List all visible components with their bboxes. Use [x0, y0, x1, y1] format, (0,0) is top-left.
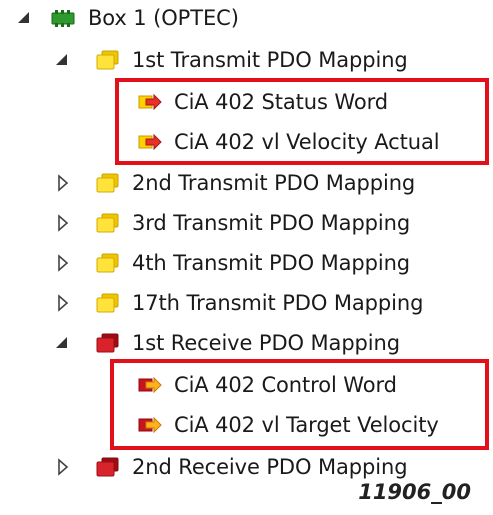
collapse-arrow-icon[interactable]: [52, 252, 74, 274]
collapse-arrow-icon[interactable]: [52, 456, 74, 478]
tree-node-label: Box 1 (OPTEC): [88, 6, 239, 30]
device-box-icon: [51, 9, 75, 28]
collapse-arrow-icon[interactable]: [52, 172, 74, 194]
receive-pdo-folder-icon: [96, 457, 119, 477]
receive-entry-icon: [138, 417, 162, 433]
tree-node-control-word[interactable]: CiA 402 Control Word: [136, 367, 397, 403]
tree-node-status-word[interactable]: CiA 402 Status Word: [136, 84, 388, 120]
tree-node-receive-pdo-1[interactable]: 1st Receive PDO Mapping: [94, 325, 400, 361]
transmit-pdo-folder-icon: [96, 173, 119, 193]
tree-node-transmit-pdo-17[interactable]: 17th Transmit PDO Mapping: [94, 285, 423, 321]
tree-node-label: CiA 402 Status Word: [174, 90, 388, 114]
tree-node-label: 3rd Transmit PDO Mapping: [132, 211, 411, 235]
tree-node-target-velocity[interactable]: CiA 402 vl Target Velocity: [136, 407, 439, 443]
tree-node-transmit-pdo-1[interactable]: 1st Transmit PDO Mapping: [94, 42, 408, 78]
tree-node-label: 2nd Transmit PDO Mapping: [132, 171, 416, 195]
collapse-arrow-icon[interactable]: [52, 292, 74, 314]
collapse-arrow-icon[interactable]: [52, 212, 74, 234]
tree-node-transmit-pdo-3[interactable]: 3rd Transmit PDO Mapping: [94, 205, 410, 241]
tree-node-label: 2nd Receive PDO Mapping: [132, 455, 408, 479]
tree-node-transmit-pdo-4[interactable]: 4th Transmit PDO Mapping: [94, 245, 410, 281]
tree-node-box1[interactable]: Box 1 (OPTEC): [50, 0, 239, 36]
tree-node-label: 17th Transmit PDO Mapping: [132, 291, 424, 315]
transmit-pdo-folder-icon: [96, 213, 119, 233]
pdo-mapping-tree: Box 1 (OPTEC) 1st Transmit PDO Mapping C…: [0, 0, 493, 515]
tree-node-label: CiA 402 vl Target Velocity: [174, 413, 439, 437]
expand-arrow-icon[interactable]: [14, 7, 36, 29]
receive-pdo-folder-icon: [96, 333, 119, 353]
tree-node-velocity-actual[interactable]: CiA 402 vl Velocity Actual: [136, 124, 440, 160]
tree-node-label: CiA 402 Control Word: [174, 373, 397, 397]
transmit-pdo-folder-icon: [96, 50, 119, 70]
transmit-entry-icon: [138, 134, 162, 150]
transmit-pdo-folder-icon: [96, 293, 119, 313]
tree-node-transmit-pdo-2[interactable]: 2nd Transmit PDO Mapping: [94, 165, 415, 201]
receive-entry-icon: [138, 377, 162, 393]
tree-node-label: 1st Transmit PDO Mapping: [132, 48, 408, 72]
tree-node-label: CiA 402 vl Velocity Actual: [174, 130, 440, 154]
transmit-pdo-folder-icon: [96, 253, 119, 273]
figure-code: 11906_00: [358, 480, 471, 504]
transmit-entry-icon: [138, 94, 162, 110]
tree-node-label: 1st Receive PDO Mapping: [132, 331, 400, 355]
tree-node-label: 4th Transmit PDO Mapping: [132, 251, 411, 275]
expand-arrow-icon[interactable]: [52, 332, 74, 354]
expand-arrow-icon[interactable]: [52, 49, 74, 71]
